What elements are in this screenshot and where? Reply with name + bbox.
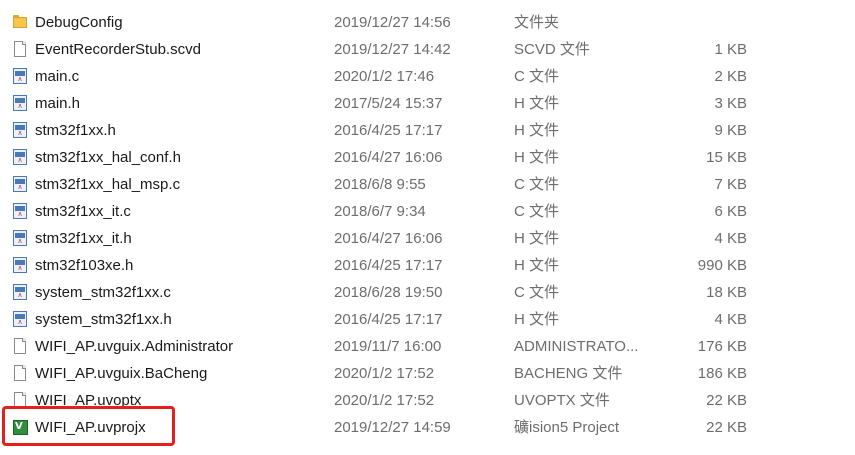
file-row-debugconfig[interactable]: DebugConfig 2019/12/27 14:56 文件夹: [0, 9, 855, 36]
file-row-main-c[interactable]: ∧ main.c 2020/1/2 17:46 C 文件 2 KB: [0, 63, 855, 90]
file-date: 2019/12/27 14:42: [334, 41, 451, 58]
file-name: WIFI_AP.uvprojx: [35, 419, 146, 436]
file-type: H 文件: [514, 230, 560, 247]
file-type: C 文件: [514, 203, 560, 220]
file-date: 2020/1/2 17:52: [334, 392, 435, 409]
file-date: 2020/1/2 17:52: [334, 365, 435, 382]
source-file-icon: ∧: [12, 122, 28, 139]
file-size: 22 KB: [706, 419, 747, 436]
keil-project-icon: V: [12, 419, 28, 436]
document-icon: [12, 41, 28, 58]
file-row-system-stm32f1xx-c[interactable]: ∧ system_stm32f1xx.c 2018/6/28 19:50 C 文…: [0, 279, 855, 306]
file-size: 1 KB: [714, 41, 747, 58]
file-name: system_stm32f1xx.h: [35, 311, 172, 328]
file-name: WIFI_AP.uvguix.Administrator: [35, 338, 234, 355]
file-name: stm32f1xx.h: [35, 122, 116, 139]
source-file-icon: ∧: [12, 311, 28, 328]
file-date: 2016/4/27 16:06: [334, 230, 443, 247]
file-type: BACHENG 文件: [514, 365, 623, 382]
file-row-stm32f103xe-h[interactable]: ∧ stm32f103xe.h 2016/4/25 17:17 H 文件 990…: [0, 252, 855, 279]
file-date: 2016/4/25 17:17: [334, 122, 443, 139]
file-row-stm32f1xx-h[interactable]: ∧ stm32f1xx.h 2016/4/25 17:17 H 文件 9 KB: [0, 117, 855, 144]
file-date: 2016/4/27 16:06: [334, 149, 443, 166]
file-size: 3 KB: [714, 95, 747, 112]
file-type: H 文件: [514, 257, 560, 274]
file-date: 2018/6/7 9:34: [334, 203, 426, 220]
source-file-icon: ∧: [12, 203, 28, 220]
file-type: ADMINISTRATO...: [514, 338, 639, 355]
file-row-stm32f1xx-it-h[interactable]: ∧ stm32f1xx_it.h 2016/4/27 16:06 H 文件 4 …: [0, 225, 855, 252]
file-size: 15 KB: [706, 149, 747, 166]
file-row-uvoptx[interactable]: WIFI_AP.uvoptx 2020/1/2 17:52 UVOPTX 文件 …: [0, 387, 855, 414]
file-date: 2019/12/27 14:59: [334, 419, 451, 436]
file-row-uvguix-bacheng[interactable]: WIFI_AP.uvguix.BaCheng 2020/1/2 17:52 BA…: [0, 360, 855, 387]
file-size: 7 KB: [714, 176, 747, 193]
source-file-icon: ∧: [12, 149, 28, 166]
document-icon: [12, 392, 28, 409]
file-date: 2018/6/28 19:50: [334, 284, 443, 301]
file-list: DebugConfig 2019/12/27 14:56 文件夹 EventRe…: [0, 9, 855, 441]
file-size: 6 KB: [714, 203, 747, 220]
file-size: 4 KB: [714, 230, 747, 247]
file-date: 2017/5/24 15:37: [334, 95, 443, 112]
file-row-stm32f1xx-it-c[interactable]: ∧ stm32f1xx_it.c 2018/6/7 9:34 C 文件 6 KB: [0, 198, 855, 225]
file-date: 2018/6/8 9:55: [334, 176, 426, 193]
file-type: SCVD 文件: [514, 41, 590, 58]
source-file-icon: ∧: [12, 284, 28, 301]
file-type: C 文件: [514, 284, 560, 301]
file-row-uvguix-administrator[interactable]: WIFI_AP.uvguix.Administrator 2019/11/7 1…: [0, 333, 855, 360]
file-name: stm32f1xx_it.c: [35, 203, 131, 220]
file-type: UVOPTX 文件: [514, 392, 610, 409]
file-size: 9 KB: [714, 122, 747, 139]
source-file-icon: ∧: [12, 230, 28, 247]
source-file-icon: ∧: [12, 68, 28, 85]
folder-icon: [12, 14, 28, 31]
file-name: stm32f1xx_it.h: [35, 230, 132, 247]
file-row-main-h[interactable]: ∧ main.h 2017/5/24 15:37 H 文件 3 KB: [0, 90, 855, 117]
file-type: 礦ision5 Project: [514, 419, 620, 436]
file-size: 18 KB: [706, 284, 747, 301]
file-row-eventrecorderstub[interactable]: EventRecorderStub.scvd 2019/12/27 14:42 …: [0, 36, 855, 63]
source-file-icon: ∧: [12, 176, 28, 193]
file-row-stm32f1xx-hal-msp-c[interactable]: ∧ stm32f1xx_hal_msp.c 2018/6/8 9:55 C 文件…: [0, 171, 855, 198]
file-type: 文件夹: [514, 14, 560, 31]
file-date: 2019/11/7 16:00: [334, 338, 442, 355]
file-size: 990 KB: [697, 257, 747, 274]
file-name: DebugConfig: [35, 14, 123, 31]
file-type: H 文件: [514, 311, 560, 328]
file-date: 2016/4/25 17:17: [334, 311, 443, 328]
file-row-system-stm32f1xx-h[interactable]: ∧ system_stm32f1xx.h 2016/4/25 17:17 H 文…: [0, 306, 855, 333]
file-type: C 文件: [514, 68, 560, 85]
file-name: WIFI_AP.uvguix.BaCheng: [35, 365, 208, 382]
document-icon: [12, 365, 28, 382]
source-file-icon: ∧: [12, 257, 28, 274]
file-size: 2 KB: [714, 68, 747, 85]
file-size: 4 KB: [714, 311, 747, 328]
file-name: WIFI_AP.uvoptx: [35, 392, 142, 409]
file-type: H 文件: [514, 122, 560, 139]
file-date: 2019/12/27 14:56: [334, 14, 451, 31]
file-name: system_stm32f1xx.c: [35, 284, 171, 301]
file-name: stm32f1xx_hal_conf.h: [35, 149, 181, 166]
file-row-stm32f1xx-hal-conf-h[interactable]: ∧ stm32f1xx_hal_conf.h 2016/4/27 16:06 H…: [0, 144, 855, 171]
file-type: H 文件: [514, 149, 560, 166]
file-date: 2016/4/25 17:17: [334, 257, 443, 274]
source-file-icon: ∧: [12, 95, 28, 112]
file-row-uvprojx[interactable]: V WIFI_AP.uvprojx 2019/12/27 14:59 礦isio…: [0, 414, 855, 441]
file-name: stm32f103xe.h: [35, 257, 134, 274]
file-type: H 文件: [514, 95, 560, 112]
file-name: stm32f1xx_hal_msp.c: [35, 176, 181, 193]
file-name: EventRecorderStub.scvd: [35, 41, 201, 58]
file-name: main.c: [35, 68, 80, 85]
file-size: 22 KB: [706, 392, 747, 409]
file-date: 2020/1/2 17:46: [334, 68, 435, 85]
file-size: 176 KB: [697, 338, 747, 355]
file-name: main.h: [35, 95, 81, 112]
file-size: 186 KB: [697, 365, 747, 382]
file-type: C 文件: [514, 176, 560, 193]
document-icon: [12, 338, 28, 355]
